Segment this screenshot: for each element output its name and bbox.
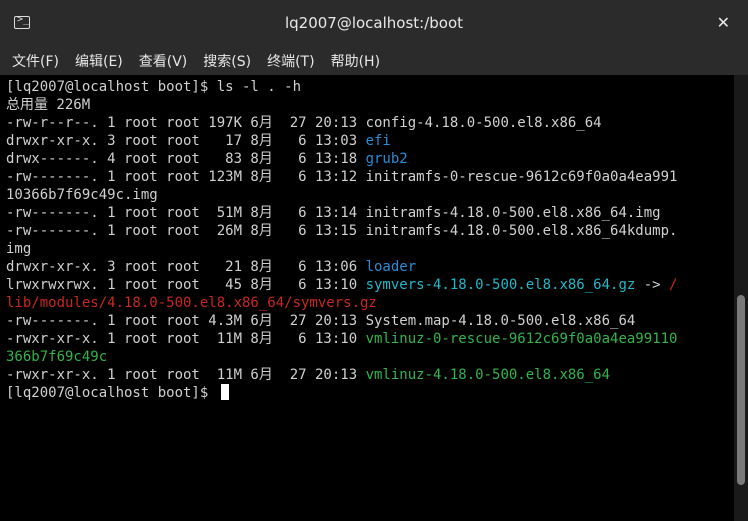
file-meta: drwxr-xr-x. 3 root root 21 8月 6 13:06 — [6, 259, 366, 275]
list-item-continuation: 10366b7f69c49c.img — [6, 187, 158, 203]
file-meta: -rw-------. 1 root root 26M 8月 6 13:15 — [6, 223, 366, 239]
menu-terminal[interactable]: 终端(T) — [267, 51, 314, 71]
command-line: [lq2007@localhost boot]$ — [6, 384, 734, 402]
text-cursor — [220, 384, 229, 400]
file-meta: -rw-------. 1 root root 4.3M 6月 27 20:13 — [6, 313, 366, 329]
file-name: initramfs-4.18.0-500.el8.x86_64.img — [365, 205, 661, 221]
symlink-target-continuation: lib/modules/4.18.0-500.el8.x86_64/symver… — [6, 295, 377, 311]
list-item: drwx------. 4 root root 83 8月 6 13:18 gr… — [6, 150, 734, 168]
list-item-continuation: 366b7f69c49c — [6, 349, 108, 365]
list-item: -rwxr-xr-x. 1 root root 11M 6月 27 20:13 … — [6, 366, 734, 384]
title-bar[interactable]: >_ lq2007@localhost:/boot ✕ — [0, 0, 748, 46]
command-line: [lq2007@localhost boot]$ ls -l . -h — [6, 78, 734, 96]
prompt: [lq2007@localhost boot]$ — [6, 79, 217, 95]
file-meta: lrwxrwxrwx. 1 root root 45 8月 6 13:10 — [6, 277, 366, 293]
file-name: initramfs-0-rescue-9612c69f0a0a4ea991 — [365, 169, 678, 185]
file-name: config-4.18.0-500.el8.x86_64 — [365, 115, 602, 131]
list-item: lrwxrwxrwx. 1 root root 45 8月 6 13:10 sy… — [6, 276, 734, 294]
close-icon[interactable]: ✕ — [717, 13, 730, 32]
file-meta: -rw-------. 1 root root 51M 8月 6 13:14 — [6, 205, 366, 221]
file-meta: -rw-r--r--. 1 root root 197K 6月 27 20:13 — [6, 115, 366, 131]
file-meta: drwx------. 4 root root 83 8月 6 13:18 — [6, 151, 366, 167]
menu-search[interactable]: 搜索(S) — [203, 51, 251, 71]
directory-name: grub2 — [365, 151, 408, 167]
terminal-window: >_ lq2007@localhost:/boot ✕ 文件(F) 编辑(E) … — [0, 0, 748, 521]
scrollbar-thumb[interactable] — [737, 295, 745, 485]
file-meta: -rwxr-xr-x. 1 root root 11M 6月 27 20:13 — [6, 367, 366, 383]
directory-name: loader — [365, 259, 417, 275]
file-meta: -rwxr-xr-x. 1 root root 11M 8月 6 13:10 — [6, 331, 366, 347]
total-line: 总用量 226M — [6, 97, 91, 113]
symlink-target: / — [669, 277, 678, 293]
menu-edit[interactable]: 编辑(E) — [75, 51, 123, 71]
file-name: System.map-4.18.0-500.el8.x86_64 — [365, 313, 636, 329]
file-name: initramfs-4.18.0-500.el8.x86_64kdump. — [365, 223, 678, 239]
scrollbar[interactable] — [734, 75, 748, 521]
command: ls -l . -h — [216, 79, 302, 95]
directory-name: efi — [365, 133, 391, 149]
menu-bar: 文件(F) 编辑(E) 查看(V) 搜索(S) 终端(T) 帮助(H) — [0, 46, 748, 75]
list-item: -rw-------. 1 root root 123M 8月 6 13:12 … — [6, 168, 734, 186]
file-meta: -rw-------. 1 root root 123M 8月 6 13:12 — [6, 169, 366, 185]
menu-help[interactable]: 帮助(H) — [331, 51, 380, 71]
list-item: -rw-------. 1 root root 4.3M 6月 27 20:13… — [6, 312, 734, 330]
menu-file[interactable]: 文件(F) — [12, 51, 59, 71]
list-item: -rwxr-xr-x. 1 root root 11M 8月 6 13:10 v… — [6, 330, 734, 348]
executable-name: vmlinuz-4.18.0-500.el8.x86_64 — [365, 367, 611, 383]
symlink-name: symvers-4.18.0-500.el8.x86_64.gz — [365, 277, 636, 293]
list-item: drwxr-xr-x. 3 root root 17 8月 6 13:03 ef… — [6, 132, 734, 150]
list-item-continuation: img — [6, 241, 32, 257]
window-title: lq2007@localhost:/boot — [284, 14, 464, 32]
list-item: drwxr-xr-x. 3 root root 21 8月 6 13:06 lo… — [6, 258, 734, 276]
prompt: [lq2007@localhost boot]$ — [6, 385, 217, 401]
list-item: -rw-------. 1 root root 51M 8月 6 13:14 i… — [6, 204, 734, 222]
list-item: -rw-r--r--. 1 root root 197K 6月 27 20:13… — [6, 114, 734, 132]
list-item: -rw-------. 1 root root 26M 8月 6 13:15 i… — [6, 222, 734, 240]
file-meta: drwxr-xr-x. 3 root root 17 8月 6 13:03 — [6, 133, 366, 149]
terminal-output[interactable]: [lq2007@localhost boot]$ ls -l . -h 总用量 … — [0, 75, 734, 521]
executable-name: vmlinuz-0-rescue-9612c69f0a0a4ea99110 — [365, 331, 678, 347]
symlink-arrow: -> — [635, 277, 670, 293]
menu-view[interactable]: 查看(V) — [139, 51, 188, 71]
